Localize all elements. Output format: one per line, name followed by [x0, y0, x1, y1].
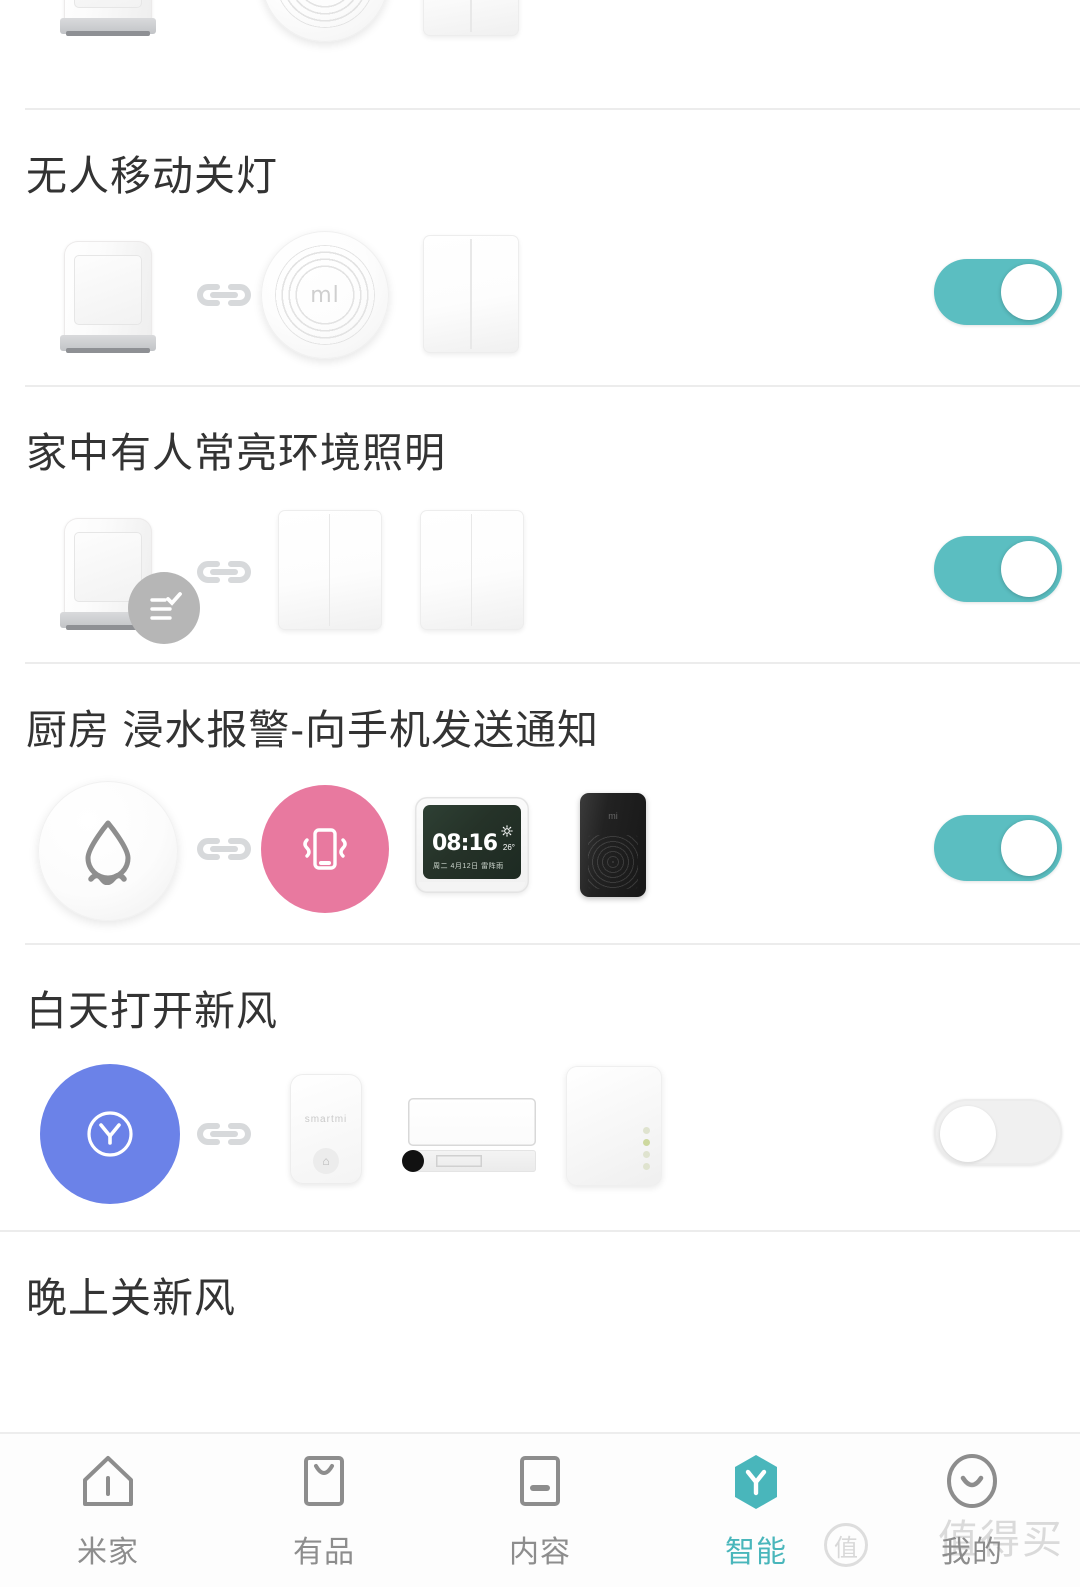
device-smart-speaker: mi — [580, 793, 646, 898]
scene-toggle[interactable] — [934, 259, 1062, 326]
device-wall-switch — [278, 510, 382, 631]
device-motion-sensor — [60, 235, 156, 354]
tab-label: 内容 — [509, 1535, 571, 1569]
clock-time: 08:16 — [432, 831, 498, 857]
scene-row-ambient-light[interactable]: 家中有人常亮环境照明 — [0, 385, 1080, 663]
bag-icon — [294, 1451, 354, 1513]
home-icon — [78, 1451, 138, 1513]
tab-profile[interactable]: 我的 — [864, 1451, 1080, 1571]
device-motion-sensor — [60, 0, 156, 36]
clock-temperature: 26° — [502, 843, 515, 853]
device-gateway: ml — [261, 0, 389, 42]
tab-label: 米家 — [77, 1535, 139, 1569]
scene-title: 白天打开新风 — [26, 988, 278, 1035]
profile-icon — [942, 1451, 1002, 1513]
scene-row-partial-top[interactable]: ml — [0, 0, 1080, 108]
clock-meta: 周二 4月12日 雷阵雨 — [433, 863, 504, 871]
scene-title: 家中有人常亮环境照明 — [26, 430, 446, 477]
device-fresh-air-box — [566, 1066, 662, 1187]
action-phone-vibrate-icon — [261, 785, 389, 914]
scene-row-daytime-fresh-air[interactable]: 白天打开新风 smartmi ⌂ — [0, 943, 1080, 1231]
tab-label: 智能 — [725, 1535, 787, 1569]
scene-title: 厨房 浸水报警-向手机发送通知 — [26, 707, 600, 754]
link-chain-icon — [190, 1100, 258, 1168]
scene-toggle[interactable] — [934, 536, 1062, 603]
content-icon — [510, 1451, 570, 1513]
scene-toggle[interactable] — [934, 815, 1062, 882]
link-chain-icon — [190, 0, 258, 12]
device-gateway: ml — [261, 231, 389, 360]
link-chain-icon — [190, 261, 258, 329]
smartmi-brand-label: smartmi — [304, 1114, 348, 1126]
tab-automation[interactable]: 智能 — [648, 1451, 864, 1571]
device-smartmi-sensor: smartmi ⌂ — [290, 1074, 362, 1185]
device-wall-switch — [423, 235, 519, 354]
smartmi-button: ⌂ — [313, 1148, 339, 1175]
device-water-sensor — [38, 781, 178, 922]
automation-icon — [726, 1451, 786, 1513]
automation-scene-list[interactable]: ml 无人移动关灯 — [0, 0, 1080, 1432]
bottom-tab-bar[interactable]: 米家 有品 内容 智能 我的 — [0, 1432, 1080, 1587]
mijia-automation-screen: ml 无人移动关灯 — [0, 0, 1080, 1587]
scene-row-motion-off-light[interactable]: 无人移动关灯 ml — [0, 108, 1080, 386]
device-wall-switch — [420, 510, 524, 631]
device-wall-switch — [423, 0, 519, 36]
tab-label: 有品 — [293, 1535, 355, 1569]
link-chain-icon — [190, 538, 258, 606]
tab-content[interactable]: 内容 — [432, 1451, 648, 1571]
scene-row-water-alarm[interactable]: 厨房 浸水报警-向手机发送通知 08:16 26° 周二 4月12日 雷阵雨 m… — [0, 662, 1080, 944]
device-smart-clock: 08:16 26° 周二 4月12日 雷阵雨 — [415, 797, 529, 894]
tab-label: 我的 — [941, 1535, 1003, 1569]
scene-title: 无人移动关灯 — [26, 153, 278, 199]
scene-row-night-fresh-air-off[interactable]: 晚上关新风 — [0, 1230, 1080, 1351]
device-ac-unit — [402, 1092, 542, 1176]
trigger-timer-icon — [40, 1064, 180, 1205]
link-chain-icon — [190, 815, 258, 883]
tab-youpin[interactable]: 有品 — [216, 1451, 432, 1571]
tab-mijia[interactable]: 米家 — [0, 1451, 216, 1571]
scene-title: 晚上关新风 — [26, 1275, 236, 1322]
scene-toggle[interactable] — [934, 1099, 1062, 1166]
